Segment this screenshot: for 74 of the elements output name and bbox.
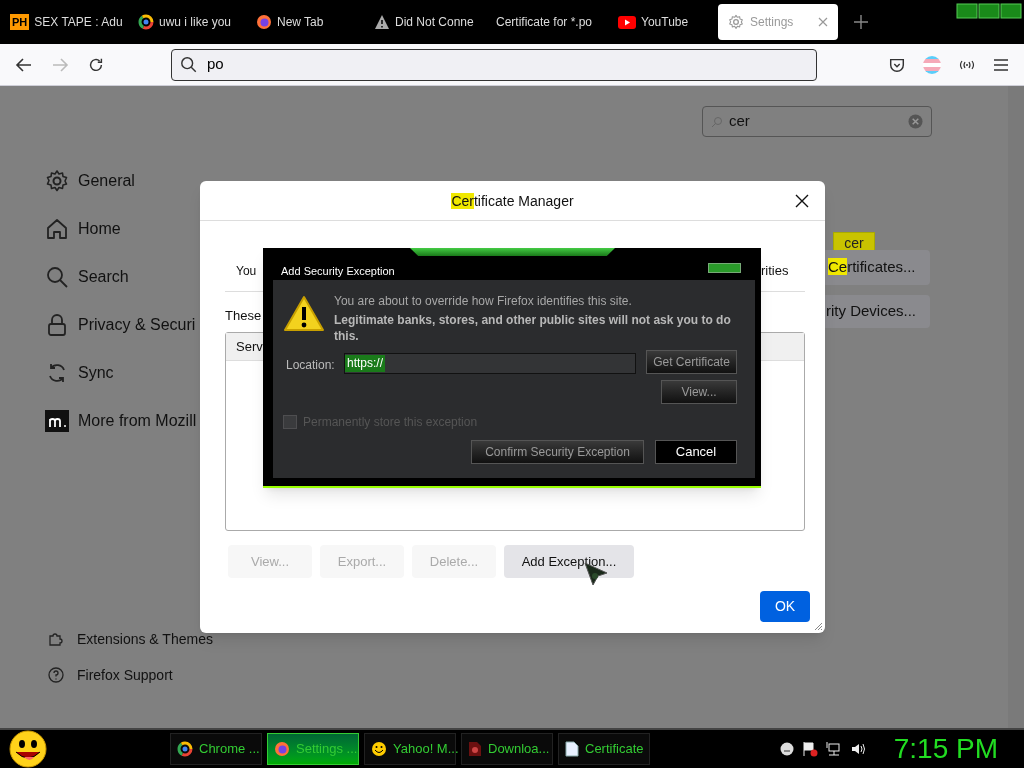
message-text: You are about to override how Firefox identifies this site. bbox=[334, 293, 632, 310]
search-icon bbox=[180, 55, 198, 74]
warning-text: Legitimate banks, stores, and other public sites will not ask you to do this. bbox=[334, 312, 732, 344]
sidebar-item[interactable]: Search bbox=[78, 265, 129, 289]
face-icon[interactable] bbox=[779, 742, 794, 756]
get-certificate-button[interactable]: Get Certificate bbox=[646, 350, 737, 374]
file-icon bbox=[468, 741, 482, 757]
ring-icon bbox=[138, 14, 154, 30]
settings-search-field[interactable]: cer bbox=[702, 106, 932, 137]
browser-tab[interactable]: PH SEX TAPE : Adu bbox=[6, 4, 134, 40]
broadcast-icon[interactable] bbox=[958, 58, 976, 71]
search-text: cer bbox=[729, 111, 750, 132]
warning-icon bbox=[283, 295, 325, 333]
globe-icon bbox=[256, 14, 272, 30]
taskbar-item[interactable]: Certificate bbox=[558, 733, 650, 765]
browser-tab[interactable]: Settings bbox=[718, 4, 838, 40]
resize-grip-icon[interactable] bbox=[813, 621, 823, 631]
body-text: These bbox=[225, 307, 262, 325]
volume-icon[interactable] bbox=[849, 741, 866, 757]
dialog-button[interactable]: Add Exception... bbox=[504, 545, 634, 578]
document-icon bbox=[565, 741, 579, 757]
sidebar-item[interactable]: Home bbox=[78, 217, 121, 241]
browser-tab[interactable]: Certificate for *.po bbox=[492, 4, 614, 40]
globe-icon bbox=[274, 741, 290, 757]
taskbar-item[interactable]: Chrome ... bbox=[170, 733, 262, 765]
close-icon[interactable] bbox=[795, 194, 809, 208]
m-logo-icon bbox=[45, 409, 69, 433]
smiley-icon bbox=[371, 741, 387, 757]
lock-icon bbox=[45, 313, 69, 337]
taskbar-item[interactable]: Downloa... bbox=[461, 733, 553, 765]
location-field[interactable]: https:// bbox=[344, 353, 636, 374]
body-text: You bbox=[236, 263, 257, 280]
ok-button[interactable]: OK bbox=[760, 591, 810, 622]
new-tab-icon[interactable] bbox=[854, 15, 868, 29]
dialog-title: Add Security Exception bbox=[281, 264, 395, 279]
gear-icon bbox=[45, 169, 69, 193]
browser-tab[interactable]: uwu i like you bbox=[134, 4, 252, 40]
ring-icon bbox=[177, 741, 193, 757]
browser-tab[interactable]: New Tab bbox=[252, 4, 370, 40]
flag-icon[interactable] bbox=[801, 741, 818, 757]
scrollbar[interactable] bbox=[1008, 86, 1024, 728]
sidebar-item[interactable]: Sync bbox=[78, 361, 114, 385]
sidebar-link[interactable]: Firefox Support bbox=[77, 664, 173, 686]
address-bar[interactable]: po bbox=[171, 48, 817, 81]
smiley-icon[interactable] bbox=[8, 730, 48, 768]
address-text: po bbox=[207, 54, 224, 75]
gear-icon bbox=[728, 14, 744, 30]
cancel-button[interactable]: Cancel bbox=[655, 440, 737, 464]
browser-tab[interactable]: YouTube bbox=[614, 4, 714, 40]
puzzle-icon bbox=[48, 631, 64, 647]
clear-icon[interactable] bbox=[908, 114, 923, 129]
search-icon bbox=[711, 115, 723, 128]
view-button[interactable]: View... bbox=[661, 380, 737, 404]
help-icon bbox=[48, 667, 64, 683]
window-controls-drawing bbox=[956, 3, 1022, 19]
clock: 7:15 PM bbox=[893, 732, 998, 766]
search-icon bbox=[45, 265, 69, 289]
confirm-button[interactable]: Confirm Security Exception bbox=[471, 440, 644, 464]
logo-badge: PH bbox=[10, 14, 30, 30]
play-icon bbox=[618, 15, 636, 29]
location-text: https:// bbox=[345, 355, 386, 372]
column-header[interactable]: Serv bbox=[236, 336, 263, 357]
field-label: Location: bbox=[286, 357, 335, 374]
network-icon[interactable] bbox=[825, 741, 842, 757]
warning-icon bbox=[374, 14, 390, 30]
body-text: rities bbox=[761, 262, 789, 280]
sidebar-link[interactable]: Extensions & Themes bbox=[77, 628, 213, 650]
sidebar-item[interactable]: More from Mozill bbox=[78, 409, 197, 433]
home-icon bbox=[45, 217, 69, 241]
taskbar-item[interactable]: Yahoo! M... bbox=[364, 733, 456, 765]
sidebar-item[interactable]: Privacy & Securi bbox=[78, 313, 196, 337]
browser-tab[interactable]: Did Not Conne bbox=[370, 4, 492, 40]
sidebar-item[interactable]: General bbox=[78, 169, 135, 193]
menu-icon[interactable] bbox=[992, 56, 1010, 73]
